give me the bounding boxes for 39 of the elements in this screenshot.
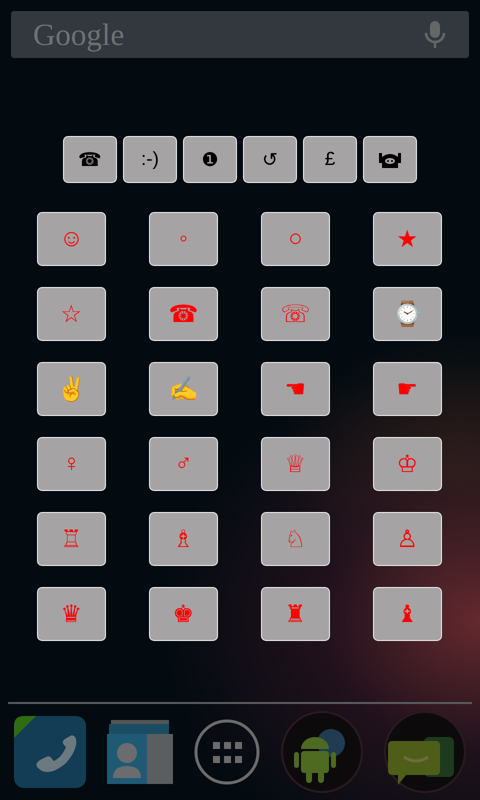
symbol-key[interactable]: ☏ [261, 287, 330, 341]
symbol-key[interactable]: ◦ [149, 212, 218, 266]
symbol-key[interactable]: :-) [123, 136, 177, 183]
symbol-key[interactable]: ↺ [243, 136, 297, 183]
symbol-key[interactable]: ☆ [37, 287, 106, 341]
symbol-key[interactable]: ♜ [261, 587, 330, 641]
symbol-key[interactable]: ○ [261, 212, 330, 266]
symbol-key[interactable]: ❶ [183, 136, 237, 183]
symbol-key[interactable]: ♂ [149, 437, 218, 491]
symbol-key[interactable]: ♖ [37, 512, 106, 566]
symbol-key[interactable]: ☺ [37, 212, 106, 266]
messaging-app-icon[interactable] [384, 711, 466, 793]
symbol-key[interactable]: ♀ [37, 437, 106, 491]
android-app-icon[interactable] [281, 711, 364, 793]
symbol-key[interactable] [363, 136, 417, 183]
symbol-key[interactable]: ♚ [149, 587, 218, 641]
symbol-key[interactable]: ♛ [37, 587, 106, 641]
symbol-key[interactable]: ☚ [261, 362, 330, 416]
symbol-key[interactable]: ♝ [373, 587, 442, 641]
symbol-key[interactable]: ☛ [373, 362, 442, 416]
phone-app-icon[interactable] [14, 716, 86, 788]
symbol-key[interactable]: ⌚ [373, 287, 442, 341]
symbol-key[interactable]: ♙ [373, 512, 442, 566]
symbol-key[interactable]: ✍ [149, 362, 218, 416]
symbol-key[interactable]: £ [303, 136, 357, 183]
symbol-key[interactable]: ☎ [149, 287, 218, 341]
search-bar[interactable]: Google [11, 11, 469, 58]
microphone-icon[interactable] [423, 20, 447, 50]
symbol-key[interactable]: ♗ [149, 512, 218, 566]
contacts-app-icon[interactable] [106, 720, 173, 784]
google-logo: Google [33, 16, 124, 52]
robot-face-icon [379, 150, 401, 168]
app-drawer-icon[interactable] [192, 718, 261, 786]
symbol-key[interactable]: ☎ [63, 136, 117, 183]
symbol-key[interactable]: ♕ [261, 437, 330, 491]
symbol-key[interactable]: ♔ [373, 437, 442, 491]
symbol-key[interactable]: ★ [373, 212, 442, 266]
symbol-key[interactable]: ♘ [261, 512, 330, 566]
symbol-key[interactable]: ✌ [37, 362, 106, 416]
